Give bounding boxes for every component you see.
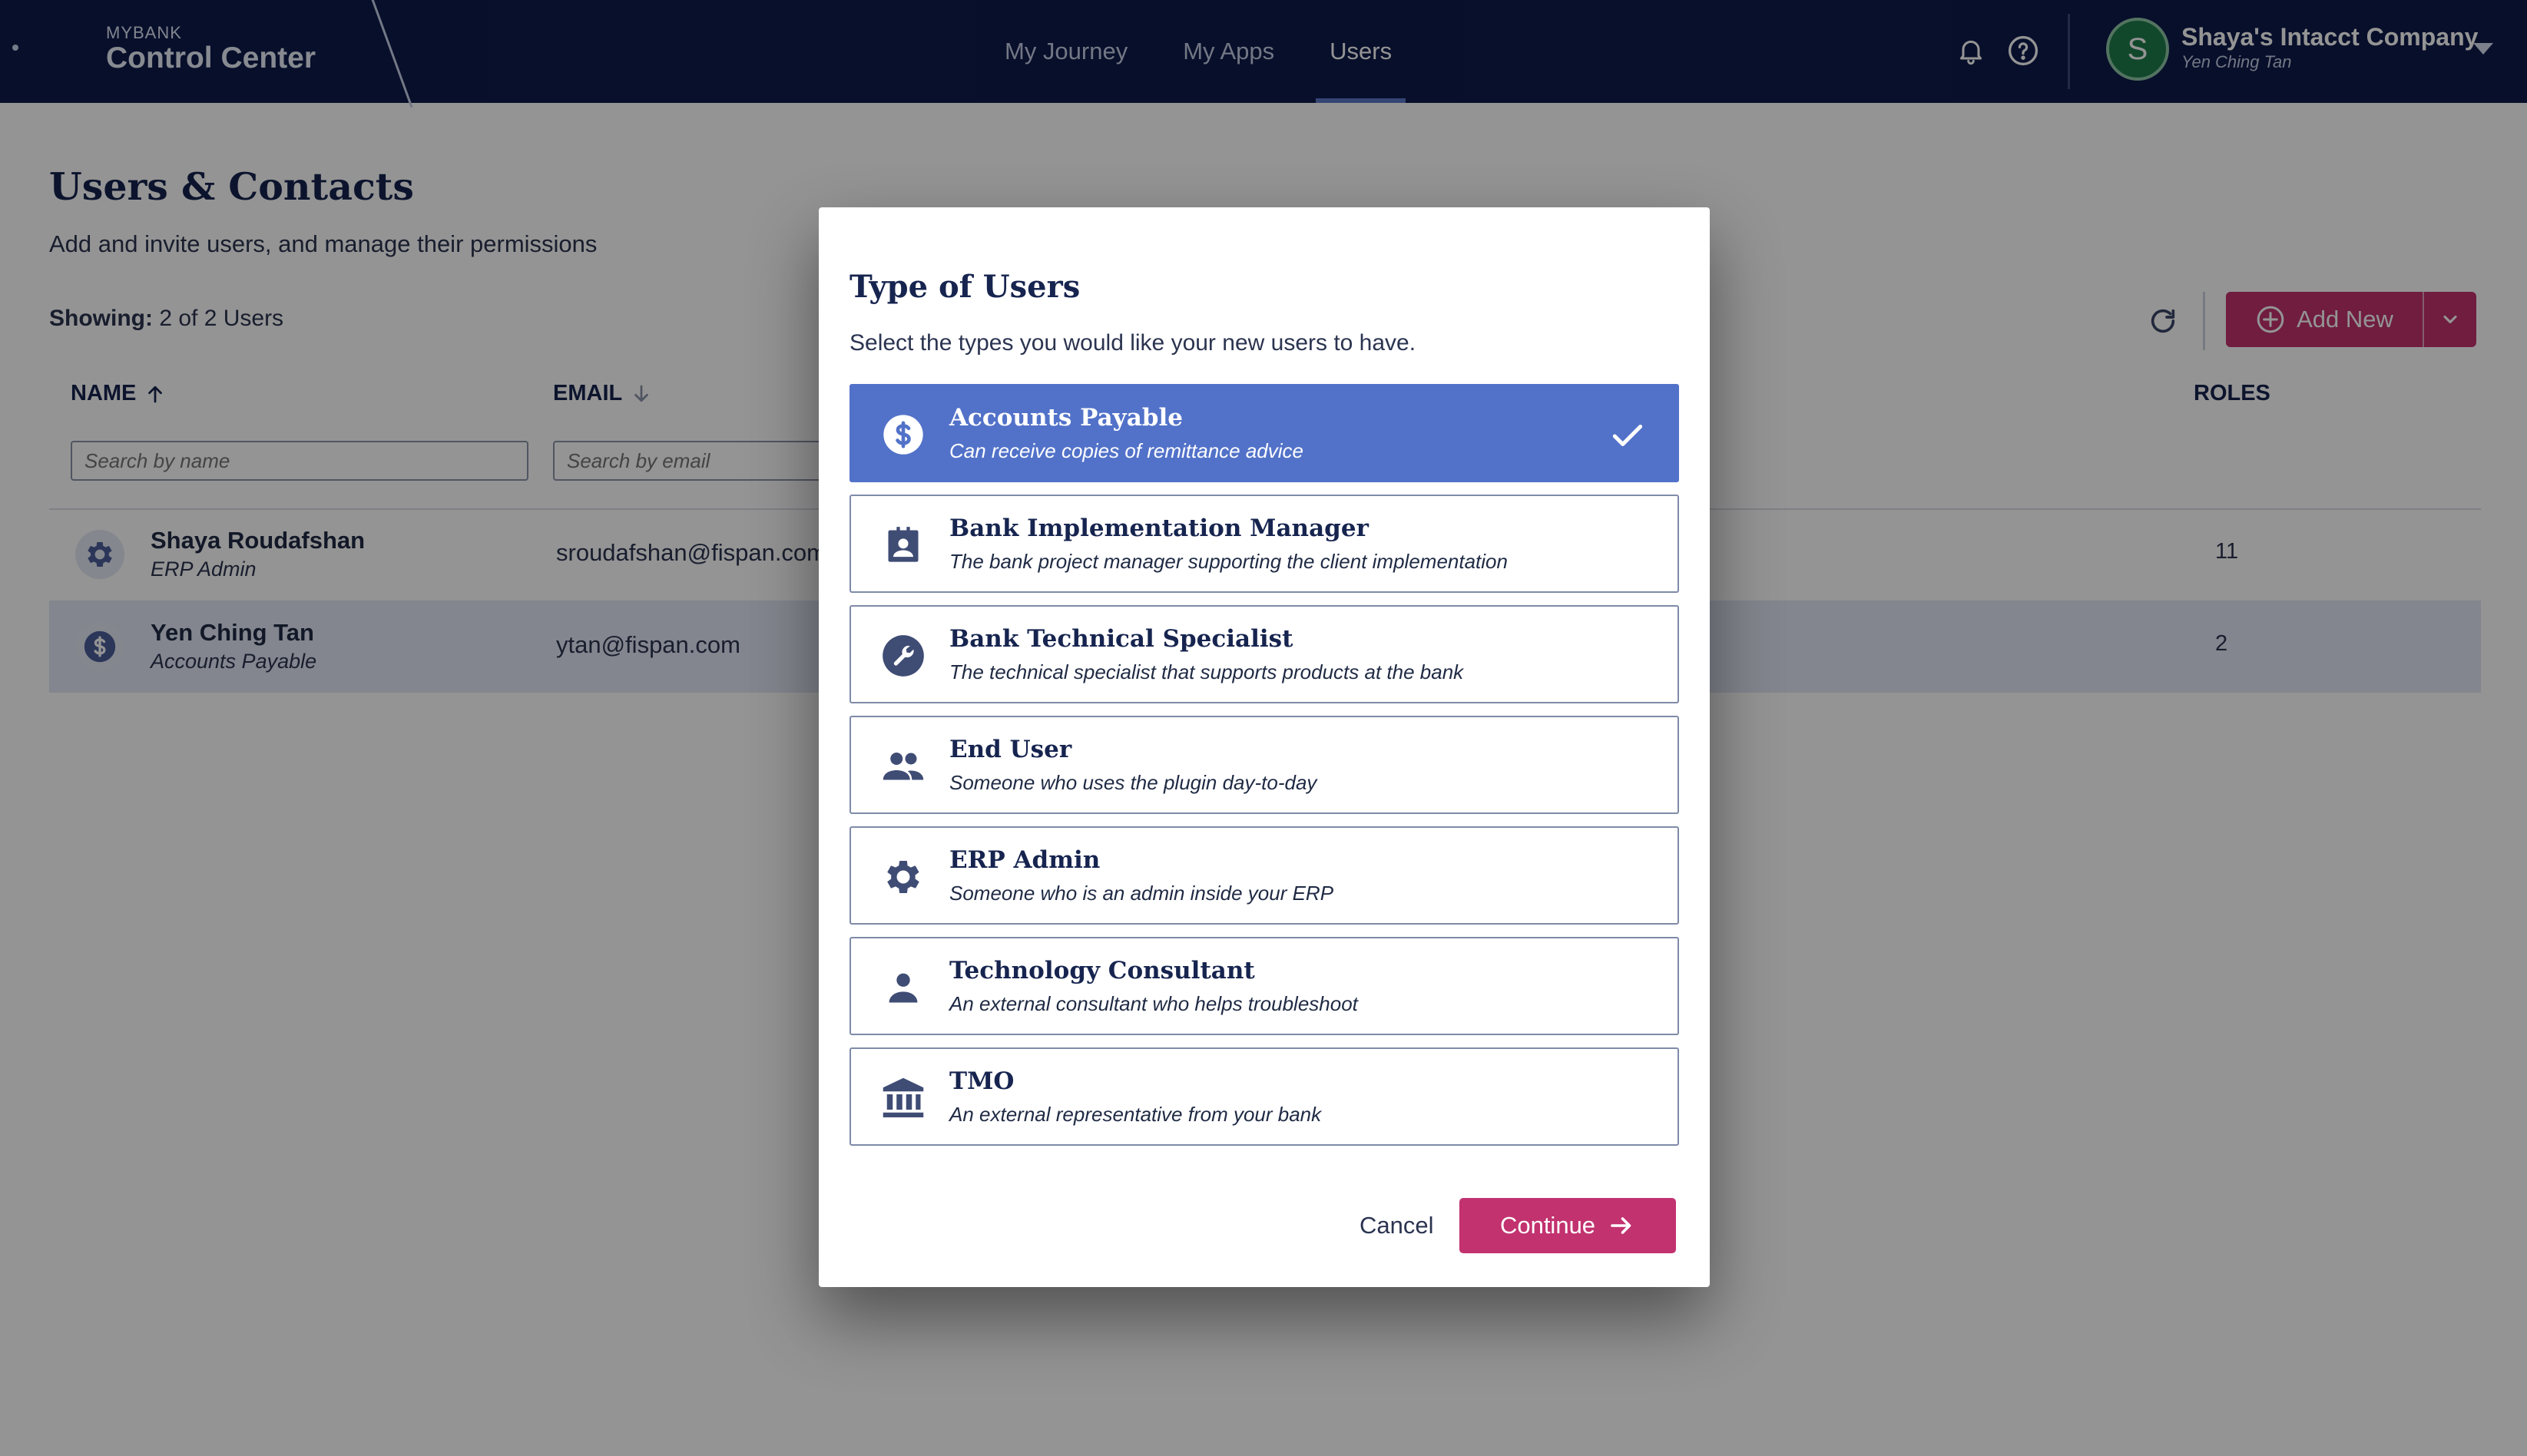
option-description: Can receive copies of remittance advice — [949, 439, 1304, 462]
people-icon — [880, 743, 926, 789]
option-end-user[interactable]: End User Someone who uses the plugin day… — [850, 716, 1679, 814]
option-label: TMO — [949, 1067, 1015, 1095]
dialog-subtitle: Select the types you would like your new… — [850, 330, 1416, 356]
dollar-icon — [880, 412, 926, 458]
option-description: An external representative from your ban… — [949, 1103, 1322, 1126]
option-description: The technical specialist that supports p… — [949, 660, 1464, 683]
option-erp-admin[interactable]: ERP Admin Someone who is an admin inside… — [850, 826, 1679, 925]
option-label: Bank Technical Specialist — [949, 625, 1293, 653]
option-label: Accounts Payable — [949, 404, 1183, 432]
option-accounts-payable[interactable]: Accounts Payable Can receive copies of r… — [850, 384, 1679, 482]
wrench-icon — [880, 633, 926, 679]
badge-icon — [880, 522, 926, 568]
option-description: The bank project manager supporting the … — [949, 550, 1508, 573]
continue-button[interactable]: Continue — [1459, 1198, 1676, 1253]
type-of-users-dialog: Type of Users Select the types you would… — [819, 207, 1710, 1287]
option-label: End User — [949, 736, 1072, 763]
user-type-options: Accounts Payable Can receive copies of r… — [850, 384, 1679, 1158]
cancel-button[interactable]: Cancel — [1350, 1198, 1443, 1253]
option-label: Technology Consultant — [949, 957, 1255, 984]
option-label: ERP Admin — [949, 846, 1101, 874]
continue-label: Continue — [1499, 1212, 1596, 1239]
option-technology-consultant[interactable]: Technology Consultant An external consul… — [850, 937, 1679, 1035]
option-bank-technical-specialist[interactable]: Bank Technical Specialist The technical … — [850, 605, 1679, 703]
check-icon — [1612, 425, 1643, 446]
option-label: Bank Implementation Manager — [949, 515, 1369, 542]
person-icon — [880, 965, 926, 1011]
arrow-right-icon — [1611, 1217, 1631, 1234]
option-description: Someone who uses the plugin day-to-day — [949, 771, 1317, 794]
dialog-title: Type of Users — [850, 269, 1081, 305]
option-tmo[interactable]: TMO An external representative from your… — [850, 1047, 1679, 1146]
option-description: Someone who is an admin inside your ERP — [949, 882, 1334, 905]
bank-icon — [880, 1075, 926, 1121]
option-description: An external consultant who helps trouble… — [949, 992, 1358, 1015]
gear-icon — [880, 854, 926, 900]
option-bank-implementation-manager[interactable]: Bank Implementation Manager The bank pro… — [850, 495, 1679, 593]
